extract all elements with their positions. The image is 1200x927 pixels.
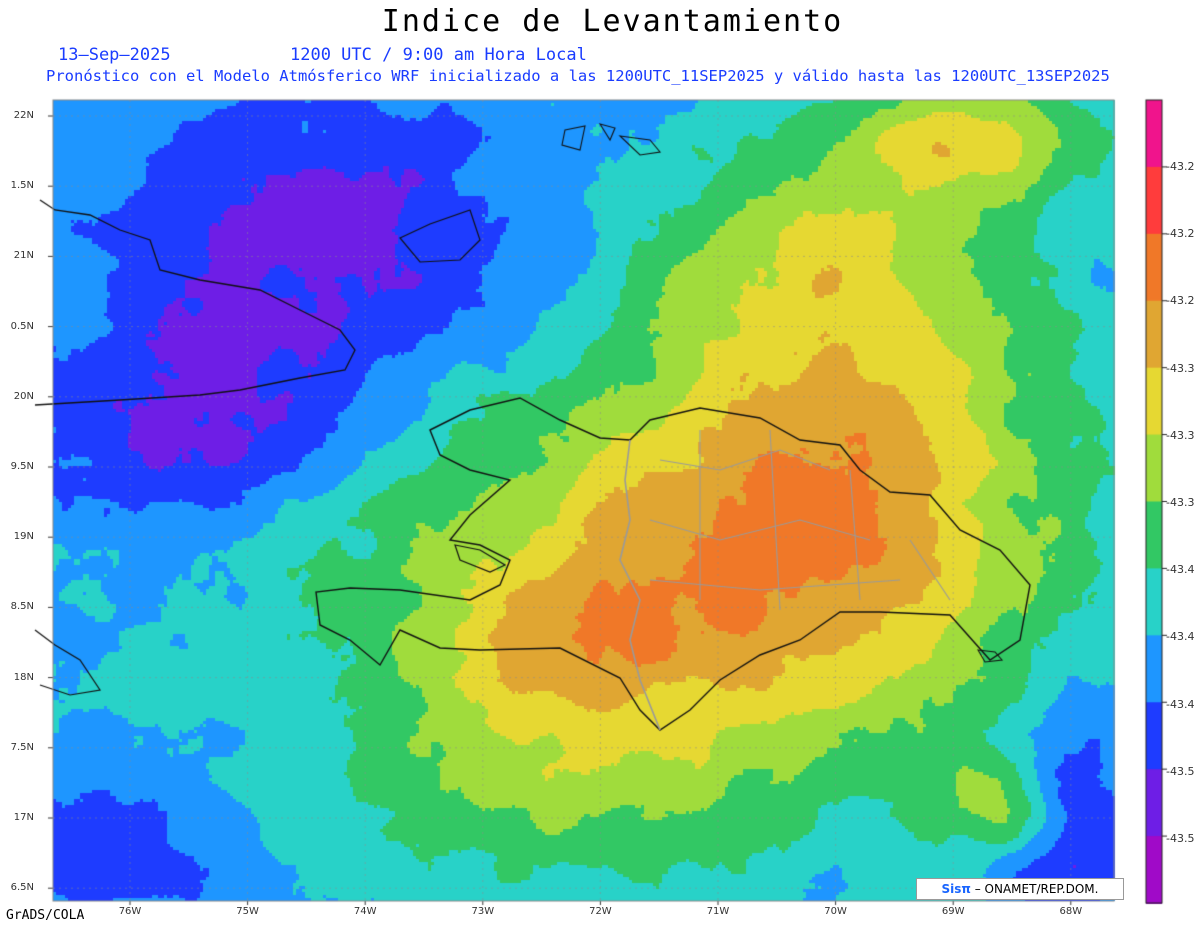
lon-label: 76W [118, 906, 142, 917]
lat-label: 20N [13, 390, 34, 402]
colorbar-label: -43.3 [1166, 428, 1195, 442]
forecast-date: 13–Sep–2025 [58, 45, 171, 65]
credit-text: – ONAMET/REP.DOM. [970, 882, 1099, 896]
colorbar-label: -43.2 [1166, 160, 1195, 173]
lat-label: 17N [13, 812, 34, 823]
lat-label: 21N [13, 250, 34, 262]
lon-label: 69W [941, 906, 965, 917]
sispi-logo: Sisπ [941, 882, 971, 896]
lat-label: 6.5N [10, 882, 34, 894]
lon-label: 75W [236, 906, 259, 917]
lifted-index-map [0, 0, 1200, 927]
lat-label: 8.5N [10, 601, 34, 613]
lon-label: 68W [1059, 906, 1083, 917]
lon-label: 73W [471, 906, 495, 917]
colorbar-label: -43.3 [1166, 496, 1195, 509]
colorbar-label: -43.5 [1166, 832, 1195, 845]
lat-label: 22N [13, 110, 34, 121]
colorbar-label: -43.3 [1166, 361, 1195, 375]
lat-label: 9.5N [10, 461, 34, 472]
colorbar-label: -43.4 [1166, 630, 1195, 644]
lat-label: 1.5N [10, 180, 34, 192]
colorbar-label: -43.2 [1166, 227, 1195, 241]
map-title: Indice de Levantamiento [381, 4, 844, 39]
grads-footer: GrADS/COLA [6, 908, 85, 923]
colorbar-label: -43.2 [1166, 294, 1195, 308]
colorbar-label: -43.4 [1166, 563, 1195, 577]
lat-label: 7.5N [10, 741, 34, 753]
lat-label: 18N [13, 671, 34, 683]
colorbar-label: -43.4 [1166, 697, 1195, 711]
lat-label: 19N [13, 531, 34, 543]
lon-label: 70W [824, 906, 847, 917]
lon-label: 72W [589, 906, 612, 917]
colorbar-label: -43.5 [1166, 764, 1195, 778]
lon-label: 71W [706, 906, 730, 917]
lon-label: 74W [353, 906, 377, 917]
credit-box: Sisπ – ONAMET/REP.DOM. [916, 878, 1124, 900]
forecast-time: 1200 UTC / 9:00 am Hora Local [290, 45, 587, 65]
lat-label: 0.5N [10, 320, 34, 332]
forecast-subtitle: Pronóstico con el Modelo Atmósferico WRF… [46, 67, 1110, 85]
